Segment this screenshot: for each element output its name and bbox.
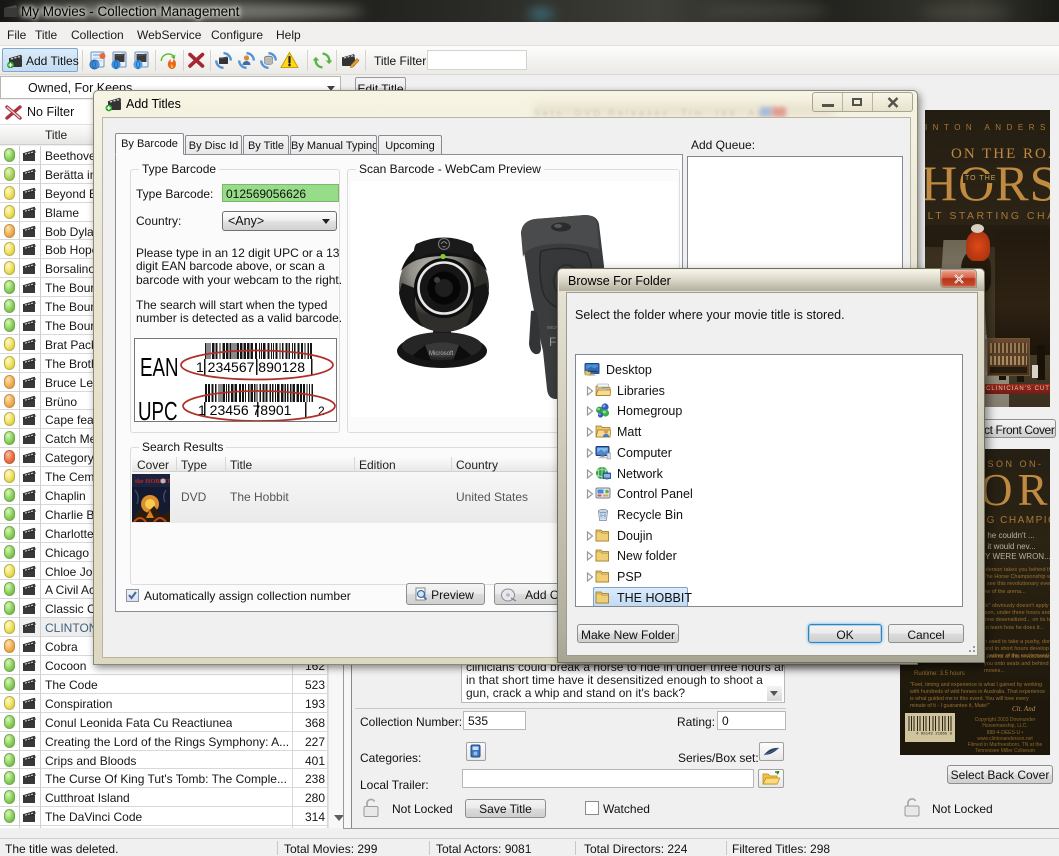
svg-text:F: F [549,335,556,349]
svg-text:Microsoft: Microsoft [429,351,454,357]
svg-text:1 23456 78901: 1 23456 78901 [198,402,292,418]
svg-text:1 234567 890128: 1 234567 890128 [196,359,305,375]
